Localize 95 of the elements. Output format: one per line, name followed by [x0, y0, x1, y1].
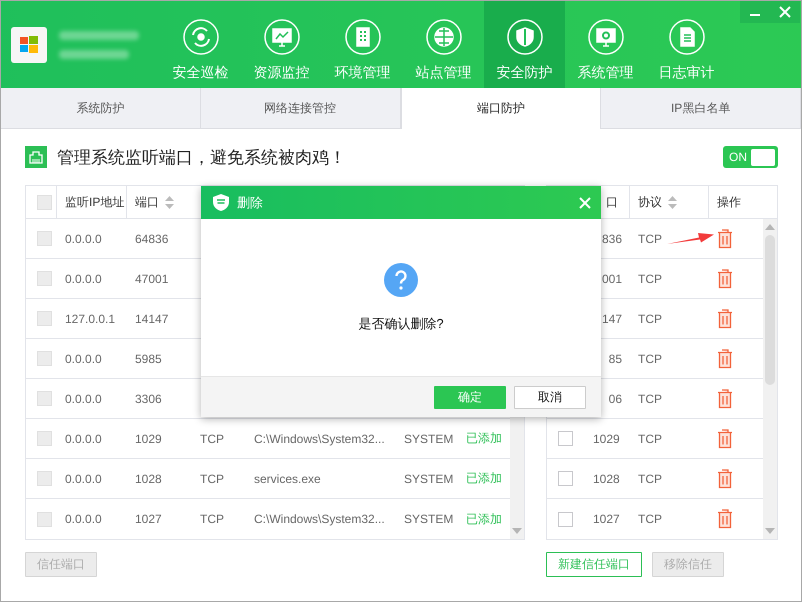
dialog-title: 删除: [237, 194, 263, 212]
ip-address: 127.0.0.1: [65, 312, 116, 326]
protocol: TCP: [638, 472, 662, 486]
ip-address: 0.0.0.0: [65, 352, 102, 366]
protocol: TCP: [200, 472, 224, 486]
process-path: C:\Windows\System32...: [254, 432, 385, 446]
ip-address: 0.0.0.0: [65, 512, 102, 526]
nav-item[interactable]: 系统管理: [565, 1, 646, 88]
status-text: 已添加: [466, 470, 502, 487]
column-header: 监听IP地址: [65, 194, 124, 210]
trash-icon[interactable]: [717, 428, 733, 448]
port-number: 14147: [135, 312, 168, 326]
protocol: TCP: [638, 312, 662, 326]
close-icon[interactable]: [779, 6, 791, 18]
port-number: 06: [608, 392, 622, 406]
trash-icon[interactable]: [717, 509, 733, 529]
nav-item[interactable]: 安全巡检: [160, 1, 241, 88]
new-trust-port-button[interactable]: 新建信任端口: [546, 552, 642, 577]
nav-item[interactable]: 安全防护: [484, 1, 565, 88]
ip-address: 0.0.0.0: [65, 472, 102, 486]
protocol: TCP: [638, 272, 662, 286]
document-icon: [668, 19, 704, 55]
ip-address: 0.0.0.0: [65, 392, 102, 406]
cancel-button[interactable]: 取消: [514, 386, 586, 408]
close-icon[interactable]: [579, 196, 591, 208]
port-number: 1027: [135, 512, 162, 526]
line-chart-monitor-icon: [264, 19, 300, 55]
trash-icon[interactable]: [717, 468, 733, 488]
port-number: 001: [602, 272, 622, 286]
port-number: 64836: [135, 232, 168, 246]
protocol: TCP: [200, 512, 224, 526]
port-number: 1029: [135, 432, 162, 446]
user-name: SYSTEM: [404, 472, 454, 486]
port-number: 147: [602, 312, 622, 326]
shield-icon: [213, 194, 229, 211]
port-number: 1029: [593, 432, 620, 446]
port-number: 5985: [135, 352, 162, 366]
protocol: TCP: [638, 352, 662, 366]
tab[interactable]: IP黑白名单: [601, 88, 801, 128]
user-name: SYSTEM: [404, 512, 454, 526]
column-header: 操作: [717, 194, 741, 210]
process-path: services.exe: [254, 472, 321, 486]
protocol: TCP: [638, 432, 662, 446]
protocol: TCP: [200, 432, 224, 446]
protocol: TCP: [638, 232, 662, 246]
port-number: 3306: [135, 392, 162, 406]
blurred-text: [59, 50, 129, 58]
checkbox[interactable]: [558, 471, 573, 486]
tab[interactable]: 端口防护: [400, 88, 602, 129]
checkbox[interactable]: [558, 512, 573, 526]
trash-icon[interactable]: [717, 268, 733, 288]
trash-icon[interactable]: [717, 228, 733, 248]
eye-refresh-icon: [182, 19, 218, 55]
building-icon: [344, 19, 380, 55]
ip-address: 0.0.0.0: [65, 272, 102, 286]
globe-icon: [426, 19, 462, 55]
port-number: 836: [602, 232, 622, 246]
protocol: TCP: [638, 512, 662, 526]
trash-icon[interactable]: [717, 308, 733, 328]
protocol: TCP: [638, 392, 662, 406]
confirm-button[interactable]: 确定: [434, 386, 506, 408]
port-number: 1028: [135, 472, 162, 486]
nav-item[interactable]: 环境管理: [322, 1, 403, 88]
banner-text: 管理系统监听端口，避免系统被肉鸡！: [57, 146, 346, 168]
process-path: C:\Windows\System32...: [254, 512, 385, 526]
ip-address: 0.0.0.0: [65, 232, 102, 246]
sort-icon[interactable]: [165, 196, 174, 208]
port-number: 1027: [593, 512, 620, 526]
trash-icon[interactable]: [717, 388, 733, 408]
column-header: 协议: [638, 194, 662, 210]
nav-item[interactable]: 资源监控: [241, 1, 322, 88]
toggle-switch[interactable]: ON: [723, 146, 778, 168]
port-number: 1028: [593, 472, 620, 486]
annotation-arrow: [667, 230, 715, 246]
trash-icon[interactable]: [717, 348, 733, 368]
status-text: 已添加: [466, 430, 502, 447]
status-text: 已添加: [466, 510, 502, 528]
user-name: SYSTEM: [404, 432, 454, 446]
scrollbar[interactable]: [763, 219, 777, 539]
question-icon: [384, 263, 418, 297]
nav-item[interactable]: 站点管理: [403, 1, 484, 88]
ip-address: 0.0.0.0: [65, 432, 102, 446]
tab[interactable]: 系统防护: [1, 88, 201, 128]
nav-item[interactable]: 日志审计: [646, 1, 727, 88]
column-header: 口: [606, 194, 618, 210]
shield-icon: [506, 19, 542, 55]
column-header: 端口: [135, 194, 159, 210]
port-number: 85: [608, 352, 622, 366]
dialog-message: 是否确认删除?: [358, 315, 444, 333]
windows-logo-icon: [11, 26, 47, 62]
sort-icon[interactable]: [668, 196, 677, 208]
network-port-icon: [25, 146, 47, 168]
port-number: 47001: [135, 272, 168, 286]
settings-icon: [588, 19, 624, 55]
checkbox[interactable]: [558, 431, 573, 446]
